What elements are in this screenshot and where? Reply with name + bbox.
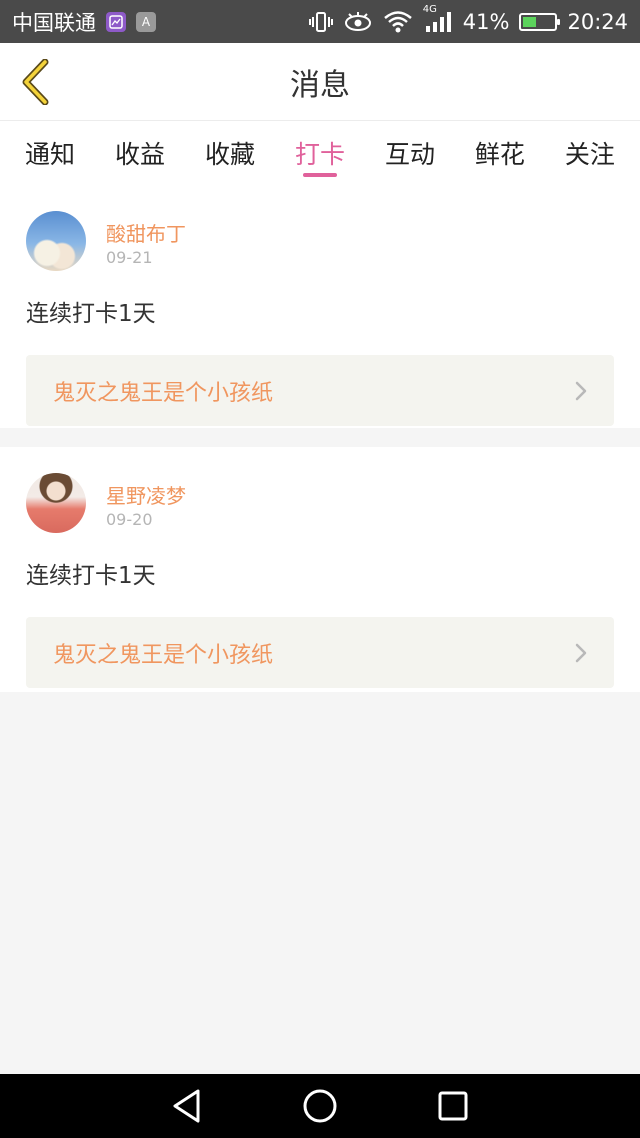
chevron-left-icon bbox=[22, 59, 49, 105]
keyboard-app-icon: A bbox=[136, 11, 156, 32]
chevron-right-icon bbox=[574, 380, 588, 402]
tab-checkin[interactable]: 打卡 bbox=[295, 121, 345, 185]
tab-interactions[interactable]: 互动 bbox=[385, 121, 435, 185]
status-bar: 中国联通 A 4G 41% 20:24 bbox=[0, 0, 640, 43]
tab-bar: 通知 收益 收藏 打卡 互动 鲜花 关注 bbox=[0, 121, 640, 185]
battery-percent: 41% bbox=[462, 9, 510, 34]
status-left: 中国联通 A bbox=[12, 7, 156, 37]
wifi-icon bbox=[383, 10, 413, 34]
message-card: 酸甜布丁 09-21 连续打卡1天 鬼灭之鬼王是个小孩纸 bbox=[0, 185, 640, 428]
clock: 20:24 bbox=[567, 9, 628, 34]
linked-post[interactable]: 鬼灭之鬼王是个小孩纸 bbox=[26, 617, 614, 688]
signal-icon: 4G bbox=[423, 4, 453, 34]
nav-home-button[interactable] bbox=[290, 1076, 350, 1136]
tab-favorites[interactable]: 收藏 bbox=[205, 121, 255, 185]
linked-post-title: 鬼灭之鬼王是个小孩纸 bbox=[53, 642, 274, 668]
tab-following[interactable]: 关注 bbox=[565, 121, 615, 185]
username[interactable]: 星野凌梦 bbox=[106, 480, 186, 509]
message-text: 连续打卡1天 bbox=[26, 301, 156, 327]
message-text: 连续打卡1天 bbox=[26, 563, 156, 589]
avatar[interactable] bbox=[26, 211, 86, 271]
linked-post-title: 鬼灭之鬼王是个小孩纸 bbox=[53, 380, 274, 406]
user-row: 酸甜布丁 09-21 bbox=[26, 185, 614, 285]
message-date: 09-21 bbox=[106, 248, 153, 267]
nav-back-button[interactable] bbox=[157, 1076, 217, 1136]
chevron-right-icon bbox=[574, 642, 588, 664]
gallery-app-icon bbox=[106, 11, 126, 32]
nav-recents-button[interactable] bbox=[423, 1076, 483, 1136]
page-title: 消息 bbox=[290, 67, 350, 103]
square-recents-icon bbox=[438, 1091, 468, 1121]
username[interactable]: 酸甜布丁 bbox=[106, 218, 186, 247]
avatar[interactable] bbox=[26, 473, 86, 533]
vibrate-icon bbox=[308, 11, 333, 33]
tab-flowers[interactable]: 鲜花 bbox=[475, 121, 525, 185]
circle-home-icon bbox=[303, 1089, 337, 1123]
status-right: 4G 41% 20:24 bbox=[308, 4, 628, 34]
linked-post[interactable]: 鬼灭之鬼王是个小孩纸 bbox=[26, 355, 614, 426]
user-row: 星野凌梦 09-20 bbox=[26, 447, 614, 547]
network-type-label: 4G bbox=[422, 3, 437, 15]
tab-earnings[interactable]: 收益 bbox=[115, 121, 165, 185]
eye-icon bbox=[343, 11, 373, 33]
message-card: 星野凌梦 09-20 连续打卡1天 鬼灭之鬼王是个小孩纸 bbox=[0, 447, 640, 692]
battery-icon bbox=[519, 12, 561, 31]
tab-notifications[interactable]: 通知 bbox=[25, 121, 75, 185]
app-header: 消息 bbox=[0, 43, 640, 121]
triangle-back-icon bbox=[173, 1089, 200, 1123]
message-date: 09-20 bbox=[106, 510, 153, 529]
carrier-label: 中国联通 bbox=[12, 10, 96, 35]
back-button[interactable] bbox=[14, 55, 58, 109]
system-nav-bar bbox=[0, 1074, 640, 1138]
battery-fill bbox=[523, 16, 536, 27]
